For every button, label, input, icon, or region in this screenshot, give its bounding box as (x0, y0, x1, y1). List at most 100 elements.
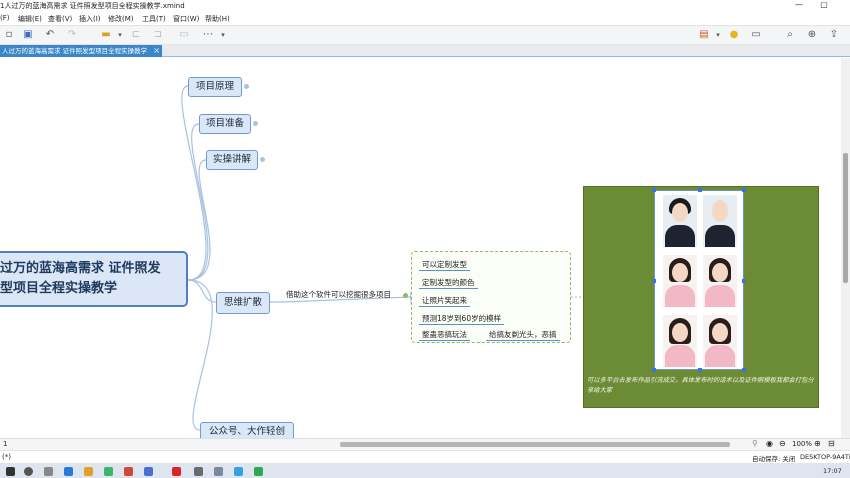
photo-female-2 (703, 255, 737, 307)
central-topic[interactable]: 过万的蓝海高需求 证件照发 型项目全程实操教学 (0, 251, 188, 307)
minimize-button[interactable]: — (792, 0, 806, 9)
central-topic-line2: 型项目全程实操教学 (0, 281, 118, 296)
lightbulb-icon[interactable]: ● (728, 29, 740, 41)
taskview-icon[interactable] (44, 467, 53, 476)
fit-icon[interactable]: ⊟ (828, 439, 835, 448)
resize-handle[interactable] (742, 368, 746, 372)
computer-name: DESKTOP-9A4TB (800, 453, 850, 461)
tab-close-icon[interactable]: × (153, 45, 160, 57)
bottom-bar: 1 ⚲ ◉ ⊖ 100% ⊕ ⊟ (0, 438, 850, 450)
new-file-icon[interactable]: ▫ (3, 29, 15, 41)
vertical-scroll-thumb[interactable] (843, 153, 848, 283)
branch-thinking-expansion[interactable]: 思维扩散 (216, 292, 270, 314)
eye-icon[interactable]: ◉ (766, 439, 773, 448)
menu-tools[interactable]: 工具(T) (142, 14, 166, 24)
collapse-dot[interactable] (403, 293, 408, 298)
presentation-icon[interactable]: ▤ (698, 29, 710, 41)
app-icon[interactable] (194, 467, 203, 476)
toolbar: ▫ ▣ ↶ ↷ ▬ ▾ ⊏ ⊐ ▭ ⋯ ▾ ▤ ▾ ● ▭ ⌕ ⊕ ⇪ (0, 25, 850, 45)
topic-dropdown-icon[interactable]: ▾ (114, 29, 126, 41)
sheet-number[interactable]: 1 (3, 440, 7, 448)
menu-window[interactable]: 窗口(W) (173, 14, 199, 24)
collapse-dot[interactable] (244, 84, 249, 89)
clock[interactable]: 17:07 (823, 467, 842, 475)
sub-topic-custom-hairstyle[interactable]: 可以定制发型 (419, 259, 470, 271)
photo-female-4 (703, 315, 737, 367)
mindmap-canvas[interactable]: 过万的蓝海高需求 证件照发 型项目全程实操教学 项目原理 项目准备 实操讲解 思… (0, 58, 840, 438)
tab-bar: 人过万的蓝海高需求 证件照发型项目全程实操教学 × (0, 45, 850, 57)
filter-icon[interactable]: ⚲ (752, 439, 758, 448)
redo-icon[interactable]: ↷ (66, 29, 78, 41)
wechat-icon[interactable] (104, 467, 113, 476)
slideshow-icon[interactable]: ▭ (750, 29, 762, 41)
app-icon[interactable] (144, 467, 153, 476)
sub-topic-prank[interactable]: 整蛊恶搞玩法 (419, 329, 470, 341)
central-topic-line1: 过万的蓝海高需求 证件照发 (0, 261, 161, 276)
subtopic-icon[interactable]: ⊏ (130, 29, 142, 41)
menu-insert[interactable]: 插入(I) (79, 14, 101, 24)
resize-handle[interactable] (742, 188, 746, 192)
xmind-icon[interactable] (172, 467, 181, 476)
save-icon[interactable]: ▣ (22, 29, 34, 41)
resize-handle[interactable] (698, 188, 702, 192)
more-tools-icon[interactable]: ⋯ (201, 29, 215, 41)
undo-icon[interactable]: ↶ (44, 29, 56, 41)
status-left: (*) (2, 453, 11, 461)
menu-file[interactable]: (F) (0, 14, 10, 22)
search-icon[interactable]: ⌕ (784, 29, 796, 41)
branch-project-preparation[interactable]: 项目准备 (199, 114, 251, 134)
share-icon[interactable]: ⊕ (806, 29, 818, 41)
export-icon[interactable]: ⇪ (828, 29, 840, 41)
collapse-dot[interactable] (260, 157, 265, 162)
branch-project-principle[interactable]: 项目原理 (188, 77, 242, 97)
id-photo-examples-image[interactable] (652, 188, 746, 372)
app-icon[interactable] (214, 467, 223, 476)
topic-icon[interactable]: ▬ (100, 29, 112, 41)
start-icon[interactable] (6, 467, 15, 476)
relationship-icon[interactable]: ⊐ (152, 29, 164, 41)
boundary-icon[interactable]: ▭ (178, 29, 190, 41)
branch-official-account[interactable]: 公众号、大作轻创 (200, 422, 294, 438)
app-icon[interactable] (254, 467, 263, 476)
search-icon[interactable] (24, 467, 33, 476)
collapse-dot[interactable] (253, 121, 258, 126)
photo-female-3 (663, 315, 697, 367)
sub-topic-prank-detail[interactable]: 给搞友剃光头，恶搞 (486, 329, 560, 341)
branch-practice[interactable]: 实操讲解 (206, 150, 258, 170)
more-dropdown-icon[interactable]: ▾ (217, 29, 229, 41)
status-bar: (*) 自动保存: 关闭 DESKTOP-9A4TB (0, 450, 850, 463)
zoom-in-icon[interactable]: ⊕ (814, 439, 821, 448)
menu-edit[interactable]: 编辑(E) (18, 14, 42, 24)
resize-handle[interactable] (652, 279, 656, 283)
expand-label[interactable]: 借助这个软件可以挖掘很多项目 (286, 289, 391, 300)
edge-icon[interactable] (64, 467, 73, 476)
sub-topic-hair-color[interactable]: 定制发型的颜色 (419, 277, 478, 289)
image-topic[interactable]: 可以多平台去发布作品引流成交，具体发布时的话术以及证件照模板我都会打包分享给大家 (583, 186, 819, 408)
resize-handle[interactable] (652, 188, 656, 192)
app-icon[interactable] (124, 467, 133, 476)
zoom-level[interactable]: 100% (792, 440, 812, 448)
menu-modify[interactable]: 修改(M) (108, 14, 134, 24)
menu-bar: (F) 编辑(E) 查看(V) 插入(I) 修改(M) 工具(T) 窗口(W) … (0, 12, 850, 25)
tab-document[interactable]: 人过万的蓝海高需求 证件照发型项目全程实操教学 × (0, 45, 162, 57)
autosave-status[interactable]: 自动保存: 关闭 (752, 453, 795, 463)
menu-help[interactable]: 帮助(H) (205, 14, 230, 24)
vertical-scrollbar[interactable] (841, 58, 850, 438)
folder-icon[interactable] (84, 467, 93, 476)
image-caption[interactable]: 可以多平台去发布作品引流成交，具体发布时的话术以及证件照模板我都会打包分享给大家 (587, 376, 817, 395)
photo-male-before (663, 195, 697, 247)
sub-topic-smile[interactable]: 让照片笑起来 (419, 295, 470, 307)
horizontal-scroll-thumb[interactable] (340, 442, 730, 447)
sub-topics-boundary[interactable]: 可以定制发型 定制发型的颜色 让照片笑起来 预测18岁到60岁的模样 整蛊恶搞玩… (411, 251, 571, 343)
photo-female-1 (663, 255, 697, 307)
maximize-button[interactable]: ▢ (817, 0, 831, 9)
resize-handle[interactable] (742, 279, 746, 283)
presentation-dropdown-icon[interactable]: ▾ (712, 29, 724, 41)
sub-topic-age-prediction[interactable]: 预测18岁到60岁的模样 (419, 313, 505, 325)
resize-handle[interactable] (698, 368, 702, 372)
photo-male-bald (703, 195, 737, 247)
zoom-out-icon[interactable]: ⊖ (779, 439, 786, 448)
app-icon[interactable] (234, 467, 243, 476)
resize-handle[interactable] (652, 368, 656, 372)
menu-view[interactable]: 查看(V) (48, 14, 72, 24)
